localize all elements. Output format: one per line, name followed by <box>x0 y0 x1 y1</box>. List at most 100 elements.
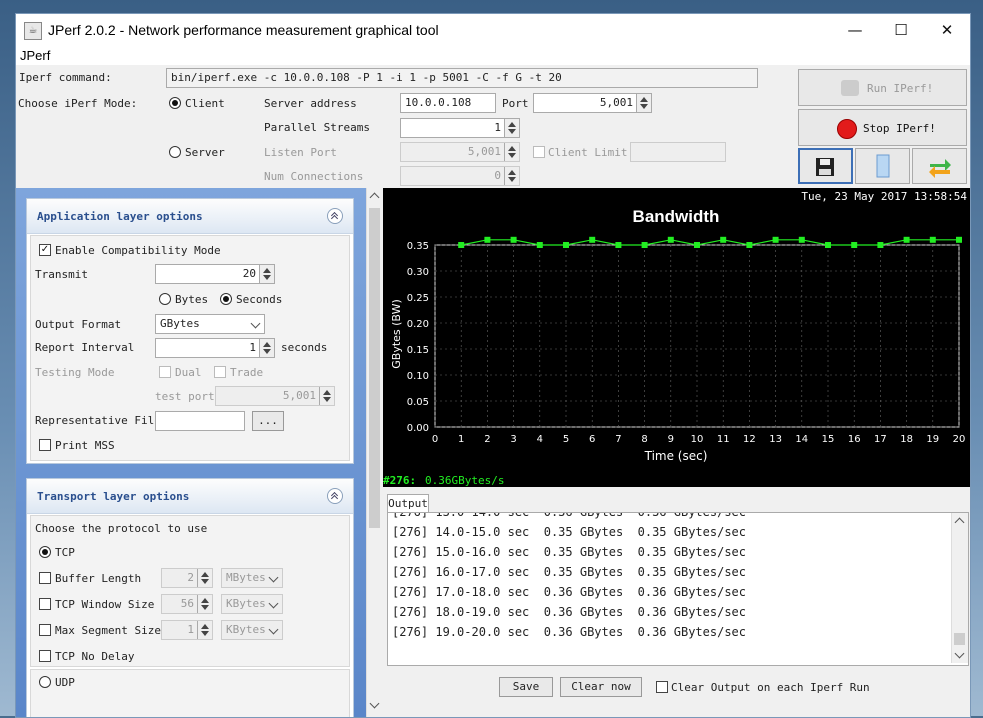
test-port-spinner[interactable] <box>319 387 334 405</box>
listen-port-spinner[interactable] <box>504 143 519 161</box>
scroll-down-icon[interactable] <box>954 648 965 659</box>
y-tick-label: 0.25 <box>407 293 429 304</box>
iperf-command-field[interactable]: bin/iperf.exe -c 10.0.0.108 -P 1 -i 1 -p… <box>166 68 758 88</box>
save-output-button[interactable]: Save <box>499 677 553 697</box>
server-address-input[interactable]: 10.0.0.108 <box>400 93 496 113</box>
x-tick-label: 5 <box>563 434 569 445</box>
report-interval-value: 1 <box>249 341 256 354</box>
tcp-nodelay-checkbox[interactable] <box>39 650 51 662</box>
restore-config-button[interactable] <box>855 148 910 184</box>
tcp-label: TCP <box>55 546 75 559</box>
output-line: [276] 19.0-20.0 sec 0.36 GBytes 0.36 GBy… <box>392 625 747 639</box>
buffer-unit-select[interactable]: MBytes <box>221 568 283 588</box>
buffer-length-checkbox[interactable] <box>39 572 51 584</box>
clear-each-run-checkbox[interactable] <box>656 681 668 693</box>
num-connections-spinner[interactable] <box>504 167 519 185</box>
testing-mode-label: Testing Mode <box>35 366 115 379</box>
num-connections-label: Num Connections <box>264 170 364 183</box>
x-tick-label: 0 <box>432 434 438 445</box>
menu-jperf[interactable]: JPerf <box>20 48 50 63</box>
maximize-button[interactable]: ☐ <box>878 14 924 46</box>
client-limit-input[interactable] <box>630 142 726 162</box>
num-connections-input[interactable]: 0 <box>400 166 520 186</box>
compat-mode-checkbox[interactable]: ✓ <box>39 244 51 256</box>
clear-now-button[interactable]: Clear now <box>560 677 642 697</box>
output-scrollbar[interactable] <box>951 513 968 663</box>
parallel-streams-input[interactable]: 1 <box>400 118 520 138</box>
chevron-down-icon <box>250 318 261 329</box>
collapse-icon[interactable] <box>327 488 343 504</box>
bytes-radio[interactable] <box>159 293 171 305</box>
output-format-select[interactable]: GBytes <box>155 314 265 334</box>
transmit-spinner[interactable] <box>259 265 274 283</box>
tcp-window-input[interactable]: 56 <box>161 594 213 614</box>
browse-button[interactable]: ... <box>252 411 284 431</box>
transmit-label: Transmit <box>35 268 88 281</box>
options-scrollbar[interactable] <box>366 188 383 717</box>
tcp-radio[interactable] <box>39 546 51 558</box>
transport-protocol-body: Choose the protocol to use TCP Buffer Le… <box>30 515 350 667</box>
output-line: [276] 13.0-14.0 sec 0.36 GBytes 0.36 GBy… <box>392 512 747 519</box>
server-radio[interactable] <box>169 146 181 158</box>
client-limit-checkbox[interactable] <box>533 146 545 158</box>
output-line: [276] 14.0-15.0 sec 0.35 GBytes 0.35 GBy… <box>392 525 747 539</box>
stop-iperf-button[interactable]: Stop IPerf! <box>798 109 967 146</box>
scroll-down-icon[interactable] <box>369 698 380 709</box>
title-bar: ☕ JPerf 2.0.2 - Network performance meas… <box>16 14 970 46</box>
mss-unit-select[interactable]: KBytes <box>221 620 283 640</box>
test-port-input[interactable]: 5,001 <box>215 386 335 406</box>
application-layer-panel: Application layer options ✓ Enable Compa… <box>26 198 354 464</box>
seconds-radio[interactable] <box>220 293 232 305</box>
transmit-value: 20 <box>242 267 256 280</box>
listen-port-input[interactable]: 5,001 <box>400 142 520 162</box>
report-interval-input[interactable]: 1 <box>155 338 275 358</box>
y-tick-label: 0.15 <box>407 345 429 356</box>
output-line: [276] 16.0-17.0 sec 0.35 GBytes 0.35 GBy… <box>392 565 747 579</box>
bandwidth-series-line <box>461 239 959 246</box>
output-scroll-thumb[interactable] <box>954 633 965 645</box>
collapse-icon[interactable] <box>327 208 343 224</box>
jperf-window: ☕ JPerf 2.0.2 - Network performance meas… <box>15 13 971 718</box>
x-tick-label: 10 <box>691 434 704 445</box>
mss-checkbox[interactable] <box>39 624 51 636</box>
print-mss-checkbox[interactable] <box>39 439 51 451</box>
tab-output[interactable]: Output <box>387 494 429 513</box>
refresh-button[interactable] <box>912 148 967 184</box>
port-spinner[interactable] <box>636 94 651 112</box>
output-text-area[interactable]: [276] 13.0-14.0 sec 0.36 GBytes 0.36 GBy… <box>387 512 969 666</box>
buffer-length-spinner[interactable] <box>197 569 212 587</box>
application-layer-header[interactable]: Application layer options <box>27 199 353 234</box>
scroll-up-icon[interactable] <box>369 192 380 203</box>
tcp-window-checkbox[interactable] <box>39 598 51 610</box>
tcp-window-label: TCP Window Size <box>55 598 155 611</box>
bandwidth-data-point <box>510 236 517 243</box>
representative-file-label: Representative File <box>35 414 161 427</box>
options-scroll-thumb[interactable] <box>369 208 380 528</box>
dual-checkbox[interactable] <box>159 366 171 378</box>
udp-radio[interactable] <box>39 676 51 688</box>
bandwidth-data-point <box>458 242 465 248</box>
tcp-window-spinner[interactable] <box>197 595 212 613</box>
transmit-input[interactable]: 20 <box>155 264 275 284</box>
port-input[interactable]: 5,001 <box>533 93 652 113</box>
representative-file-input[interactable] <box>155 411 245 431</box>
transport-layer-panel: Transport layer options Choose the proto… <box>26 478 354 717</box>
buffer-length-input[interactable]: 2 <box>161 568 213 588</box>
x-tick-label: 19 <box>926 434 939 445</box>
application-layer-title: Application layer options <box>37 210 203 223</box>
parallel-streams-spinner[interactable] <box>504 119 519 137</box>
trade-checkbox[interactable] <box>214 366 226 378</box>
close-button[interactable]: ✕ <box>924 14 970 46</box>
minimize-button[interactable]: — <box>832 14 878 46</box>
mss-spinner[interactable] <box>197 621 212 639</box>
udp-body: UDP <box>30 669 350 717</box>
save-config-button[interactable] <box>798 148 853 184</box>
transport-layer-header[interactable]: Transport layer options <box>27 479 353 514</box>
mss-label: Max Segment Size <box>55 624 161 637</box>
report-interval-spinner[interactable] <box>259 339 274 357</box>
scroll-up-icon[interactable] <box>954 517 965 528</box>
window-unit-select[interactable]: KBytes <box>221 594 283 614</box>
client-radio[interactable] <box>169 97 181 109</box>
mss-input[interactable]: 1 <box>161 620 213 640</box>
run-iperf-button[interactable]: Run IPerf! <box>798 69 967 106</box>
